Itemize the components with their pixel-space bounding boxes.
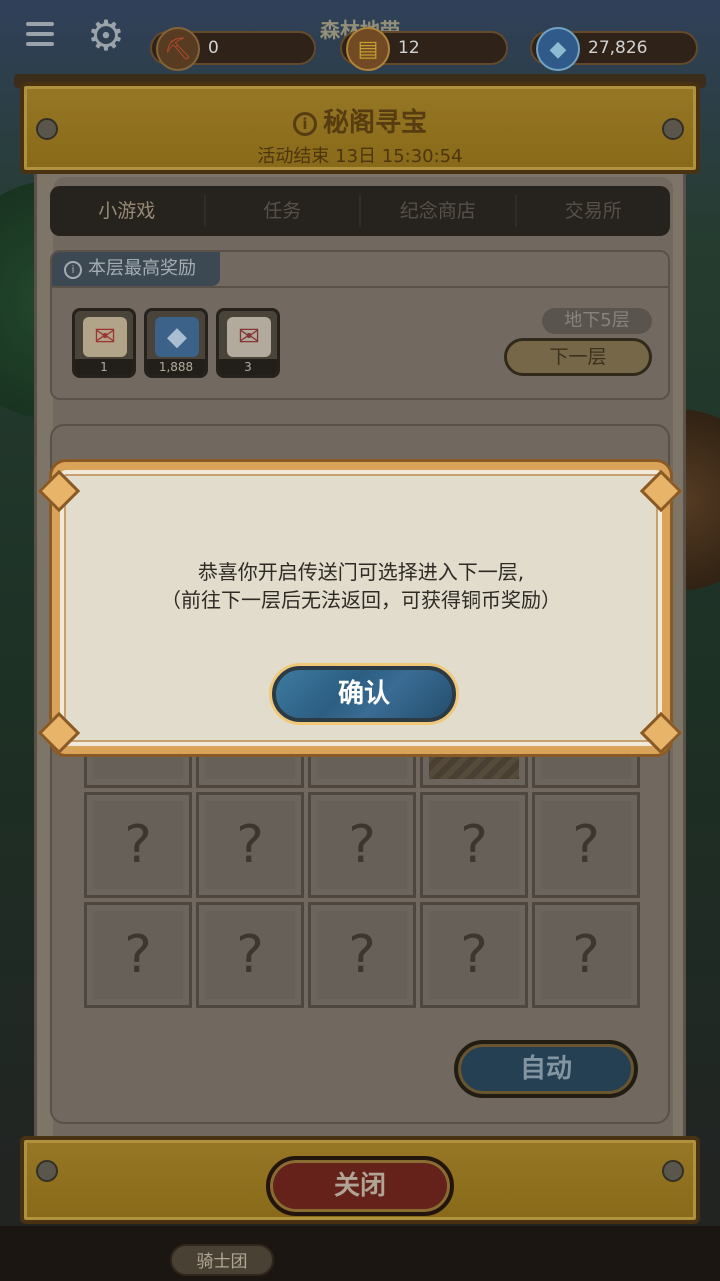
confirm-button[interactable]: 确认 — [272, 666, 456, 722]
dialog-message: 恭喜你开启传送门可选择进入下一层, （前往下一层后无法返回，可获得铜币奖励） — [60, 558, 662, 614]
confirm-dialog: 恭喜你开启传送门可选择进入下一层, （前往下一层后无法返回，可获得铜币奖励） 确… — [52, 462, 670, 754]
dialog-line: （前往下一层后无法返回，可获得铜币奖励） — [161, 588, 561, 612]
dialog-line: 恭喜你开启传送门可选择进入下一层, — [197, 560, 525, 584]
